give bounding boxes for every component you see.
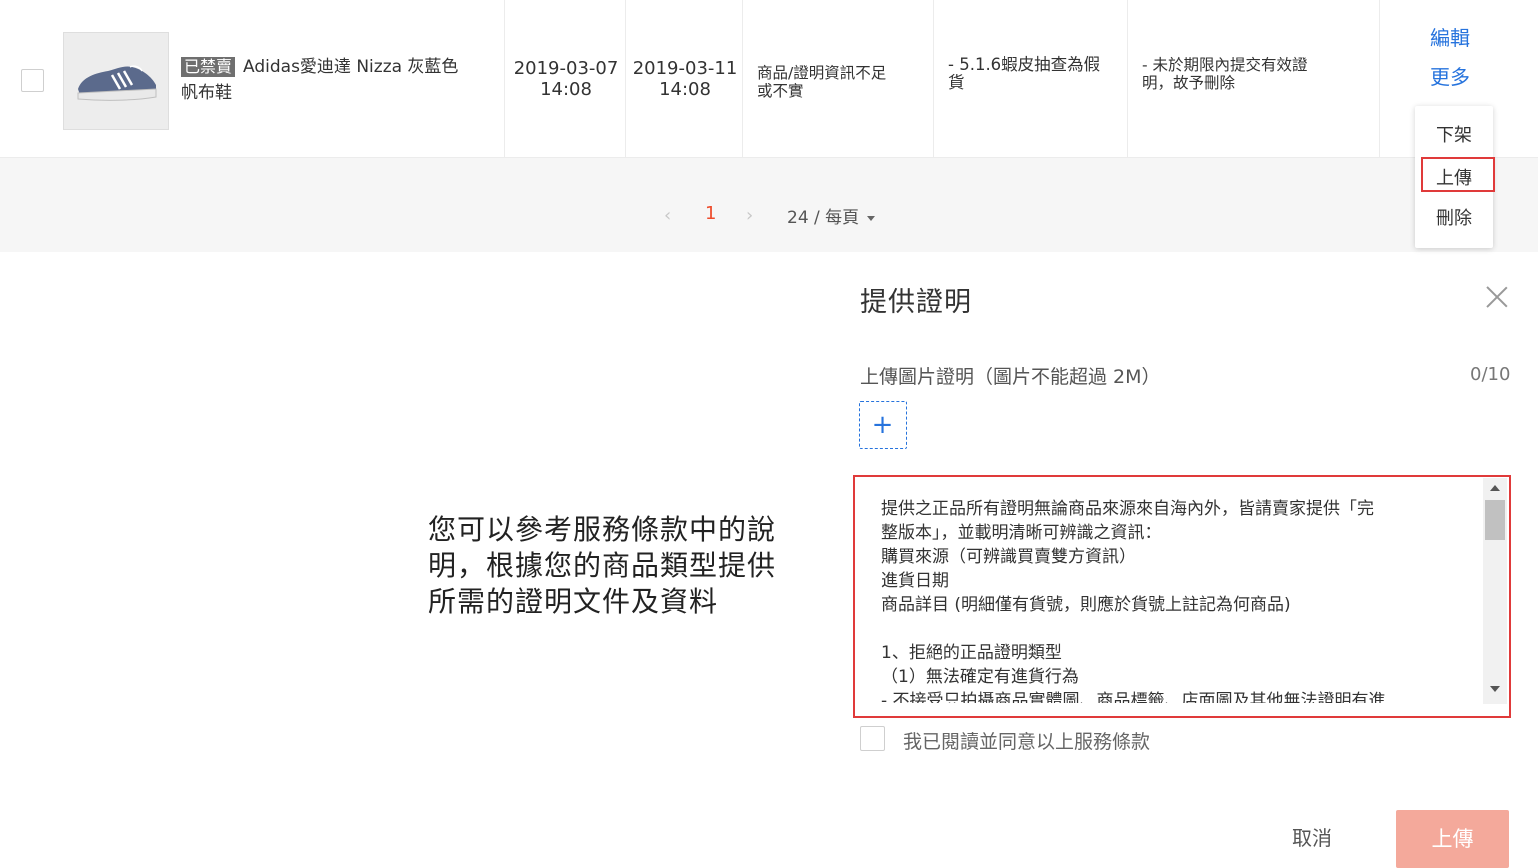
page-size-label: 24 / 每頁 xyxy=(787,208,860,228)
terms-line xyxy=(881,617,1481,641)
shoe-image-icon xyxy=(77,65,157,101)
product-name-line1: Adidas愛迪達 Nizza 灰藍色 xyxy=(243,57,459,77)
cancel-button[interactable]: 取消 xyxy=(1270,810,1354,866)
upload-image-button[interactable]: + xyxy=(859,401,907,449)
status-badge: 已禁賣 xyxy=(181,57,236,77)
prev-page-icon[interactable]: ‹ xyxy=(664,205,671,226)
product-thumbnail[interactable] xyxy=(63,32,169,130)
upload-count: 0/10 xyxy=(1470,364,1511,385)
scroll-thumb[interactable] xyxy=(1485,500,1505,540)
menu-item-delist[interactable]: 下架 xyxy=(1415,121,1493,147)
terms-line: （1）無法確定有進貨行為 xyxy=(881,667,1079,687)
page-size-select[interactable]: 24 / 每頁 xyxy=(787,203,876,228)
terms-line: - 不接受只拍攝商品實體圖、商品標籤、店面圖及其他無法證明有進 xyxy=(881,691,1386,703)
annotation-line2: 明，根據您的商品類型提供 xyxy=(428,549,777,582)
more-link[interactable]: 更多 xyxy=(1430,61,1470,90)
agree-checkbox[interactable] xyxy=(860,726,885,751)
terms-textarea[interactable]: 提供之正品所有證明無論商品來源來自海內外，皆請賣家提供「完 整版本」，並載明清晰… xyxy=(867,486,1481,703)
product-table-row: 已禁賣 Adidas愛迪達 Nizza 灰藍色 帆布鞋 2019-03-07 14… xyxy=(0,0,1538,158)
violation-rule-line1: - 5.1.6蝦皮抽查為假 xyxy=(948,55,1101,74)
edit-link[interactable]: 編輯 xyxy=(1430,22,1470,51)
scroll-down-icon[interactable] xyxy=(1490,686,1500,692)
scroll-up-icon[interactable] xyxy=(1490,485,1500,491)
menu-item-delete[interactable]: 刪除 xyxy=(1415,204,1493,230)
terms-line: 購買來源（可辨識買賣雙方資訊） xyxy=(881,547,1136,567)
page-1-button[interactable]: 1 xyxy=(705,203,716,224)
terms-line: 商品詳目 (明細僅有貨號，則應於貨號上註記為何商品) xyxy=(881,595,1291,615)
instruction-annotation: 您可以參考服務條款中的說 明，根據您的商品類型提供 所需的證明文件及資料 xyxy=(428,512,808,620)
annotation-line1: 您可以參考服務條款中的說 xyxy=(428,513,777,546)
terms-line: 提供之正品所有證明無論商品來源來自海內外，皆請賣家提供「完 xyxy=(881,499,1374,519)
upload-label: 上傳圖片證明（圖片不能超過 2M） xyxy=(860,366,1161,388)
terms-line: 1、拒絕的正品證明類型 xyxy=(881,643,1062,663)
highlight-box xyxy=(1421,157,1495,192)
updated-datetime: 2019-03-11 14:08 xyxy=(632,58,738,100)
created-datetime: 2019-03-07 14:08 xyxy=(512,58,620,100)
created-date: 2019-03-07 xyxy=(513,58,619,79)
plus-icon: + xyxy=(871,410,894,440)
next-page-icon[interactable]: › xyxy=(746,205,753,226)
violation-result-line1: - 未於期限內提交有效證 xyxy=(1142,56,1308,74)
updated-time: 14:08 xyxy=(659,79,711,100)
terms-scrollbar[interactable] xyxy=(1483,478,1507,704)
close-icon[interactable] xyxy=(1484,284,1510,310)
product-name[interactable]: 已禁賣 Adidas愛迪達 Nizza 灰藍色 帆布鞋 xyxy=(181,54,491,106)
product-name-line2: 帆布鞋 xyxy=(181,83,232,103)
violation-reason-line2: 或不實 xyxy=(757,82,804,100)
upload-submit-button[interactable]: 上傳 xyxy=(1396,810,1509,868)
violation-rule: - 5.1.6蝦皮抽查為假 貨 xyxy=(948,56,1100,92)
violation-rule-line2: 貨 xyxy=(948,73,965,92)
terms-line: 整版本」，並載明清晰可辨識之資訊： xyxy=(881,523,1162,543)
caret-down-icon xyxy=(867,215,876,221)
violation-reason-line1: 商品/證明資訊不足 xyxy=(757,64,887,82)
pagination-bar xyxy=(0,158,1538,252)
updated-date: 2019-03-11 xyxy=(632,58,738,79)
violation-result: - 未於期限內提交有效證 明，故予刪除 xyxy=(1142,56,1308,92)
agree-label[interactable]: 我已閱讀並同意以上服務條款 xyxy=(903,727,1150,754)
created-time: 14:08 xyxy=(540,79,592,100)
annotation-line3: 所需的證明文件及資料 xyxy=(428,585,719,618)
terms-line: 進貨日期 xyxy=(881,571,949,591)
violation-result-line2: 明，故予刪除 xyxy=(1142,74,1236,92)
row-select-checkbox[interactable] xyxy=(21,69,44,92)
modal-title: 提供證明 xyxy=(860,287,972,318)
violation-reason: 商品/證明資訊不足 或不實 xyxy=(757,64,886,100)
